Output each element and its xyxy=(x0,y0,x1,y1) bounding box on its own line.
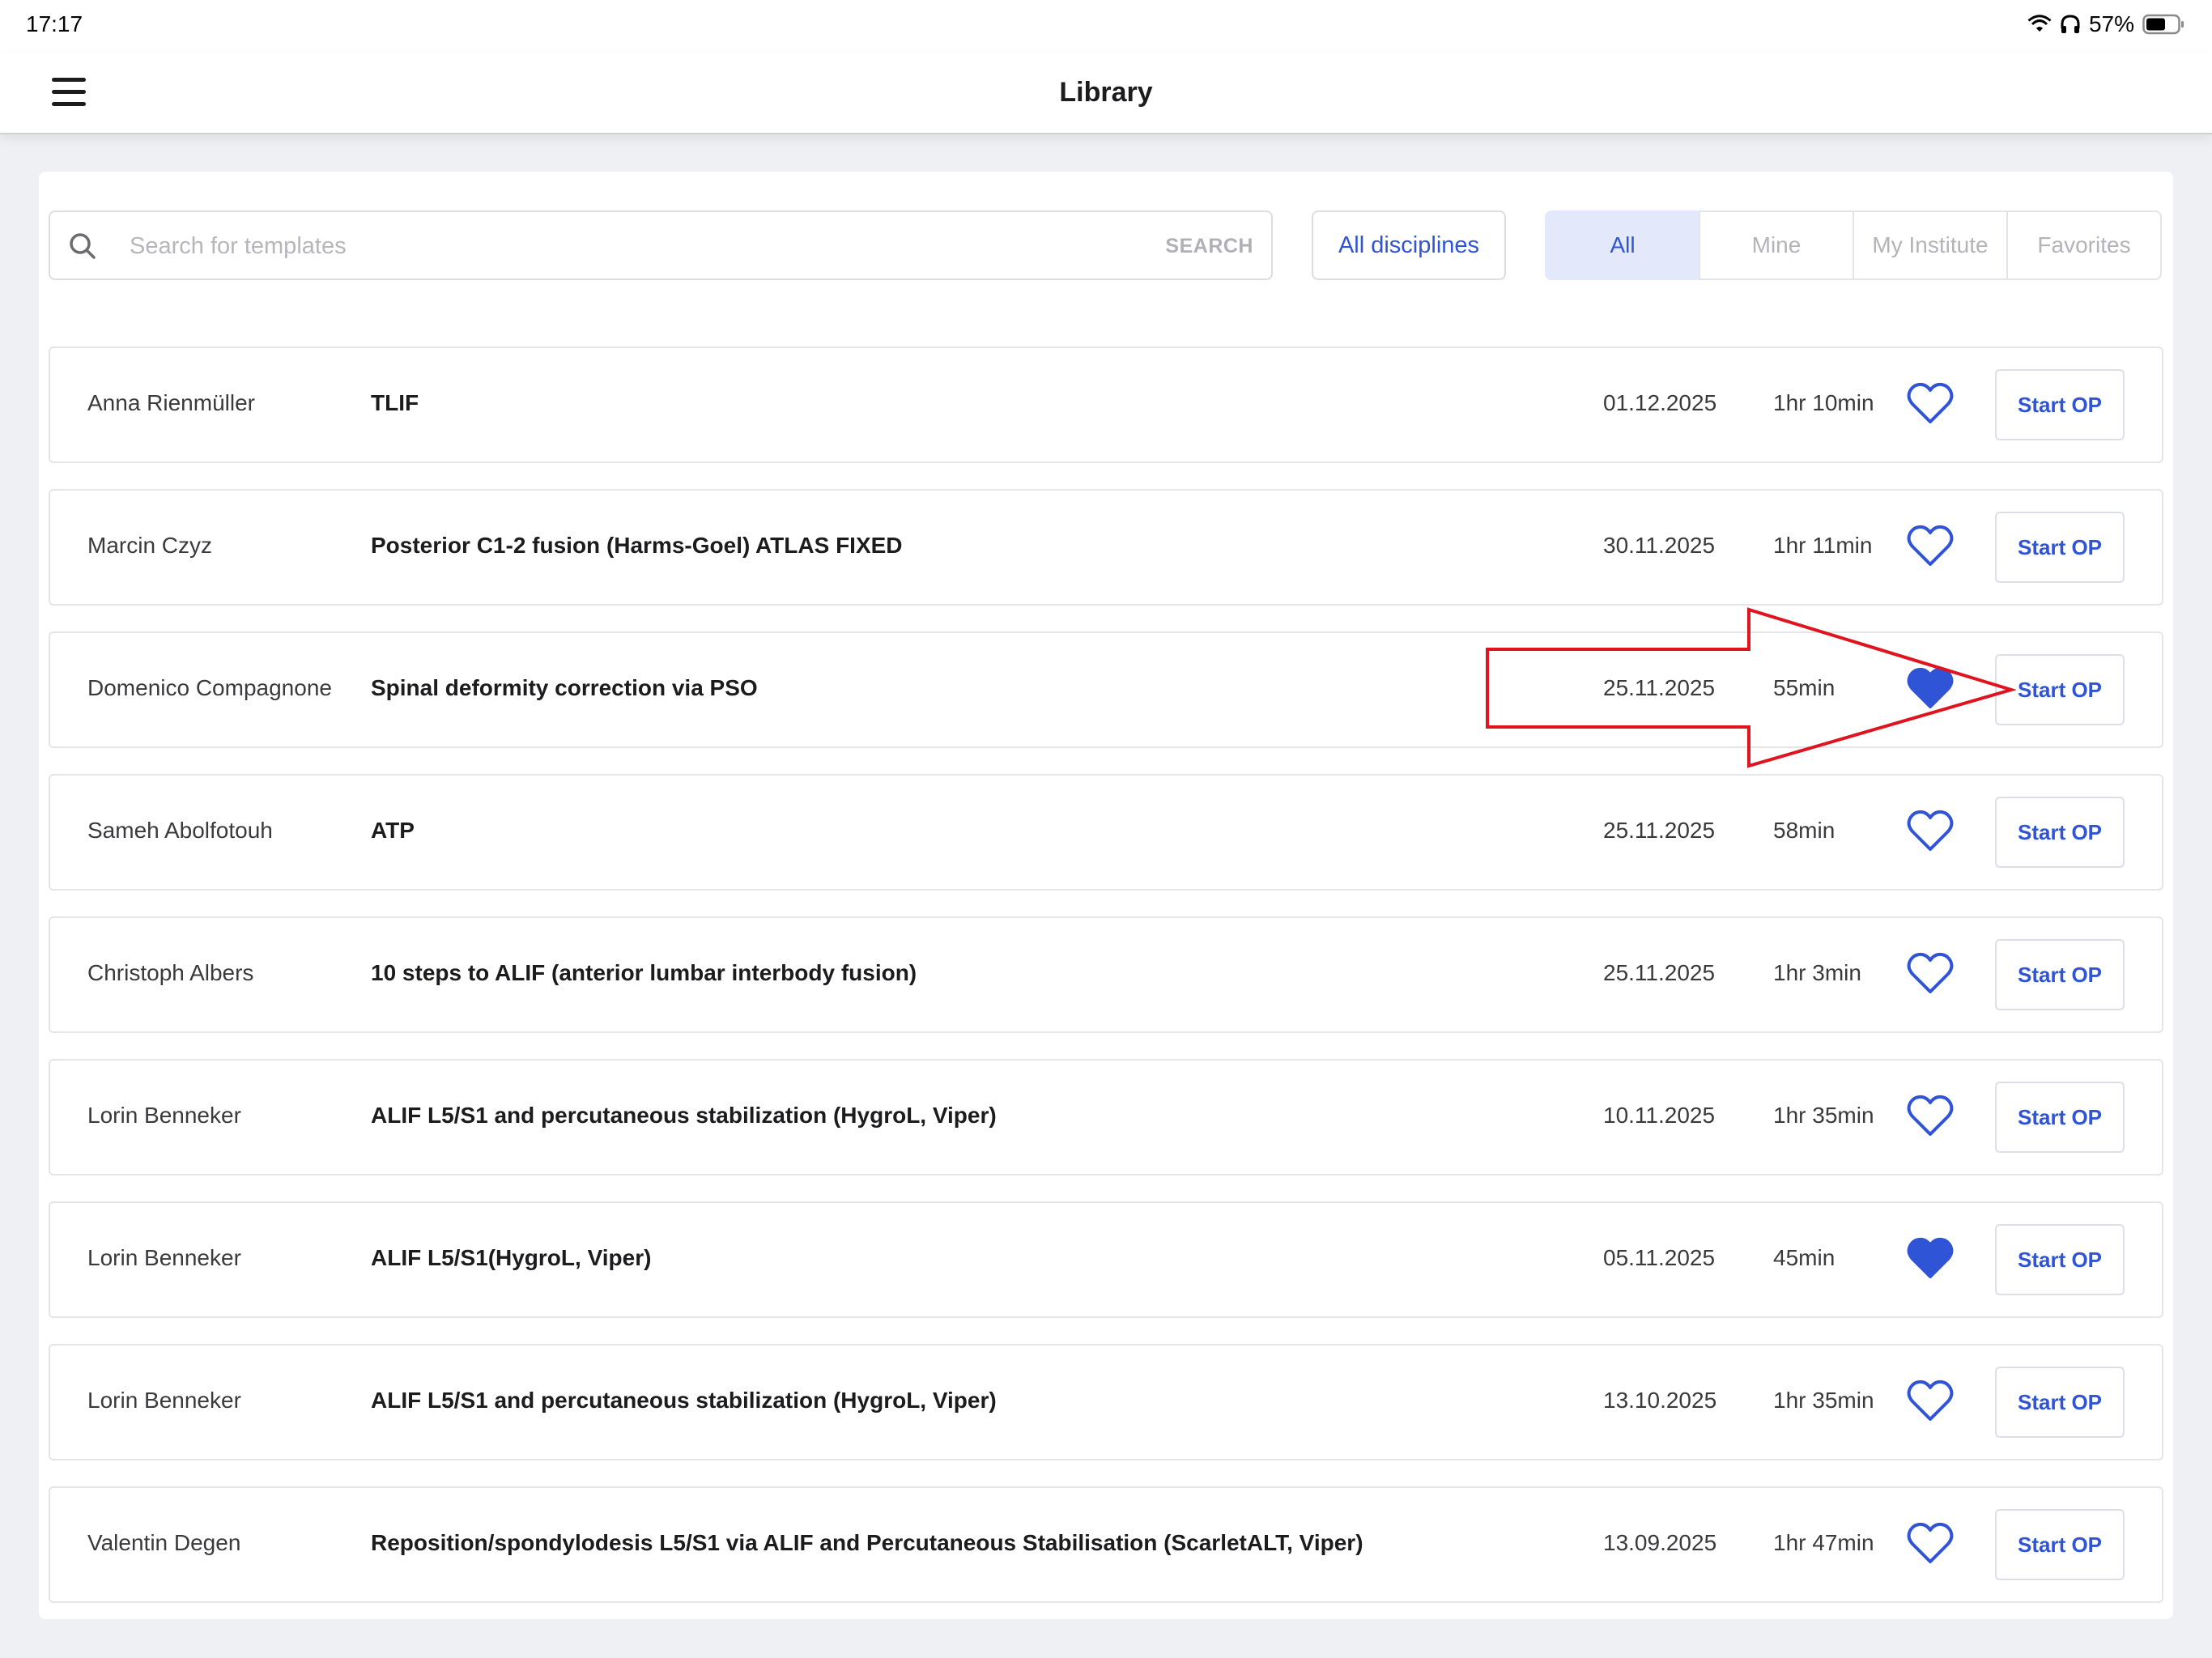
heart-icon[interactable] xyxy=(1906,380,1955,426)
heart-filled-icon[interactable] xyxy=(1906,1235,1955,1281)
row-date: 10.11.2025 xyxy=(1603,1103,1716,1128)
row-title: Spinal deformity correction via PSO xyxy=(371,675,758,700)
start-op-button[interactable]: Start OP xyxy=(1995,369,2125,440)
row-author: Christoph Albers xyxy=(87,960,254,985)
row-date: 01.12.2025 xyxy=(1603,390,1717,415)
template-row[interactable]: Lorin Benneker ALIF L5/S1 and percutaneo… xyxy=(49,1344,2163,1460)
template-row[interactable]: Sameh Abolfotouh ATP 25.11.2025 58min St… xyxy=(49,774,2163,891)
filter-segmented-control: All Mine My Institute Favorites xyxy=(1545,210,2162,280)
search-button[interactable]: SEARCH xyxy=(1165,235,1253,258)
row-date: 25.11.2025 xyxy=(1603,960,1716,985)
row-title: ALIF L5/S1(HygroL, Viper) xyxy=(371,1245,652,1270)
row-title: Reposition/spondylodesis L5/S1 via ALIF … xyxy=(371,1530,1363,1555)
row-date: 25.11.2025 xyxy=(1603,818,1716,843)
heart-icon[interactable] xyxy=(1906,950,1955,996)
heart-icon[interactable] xyxy=(1906,808,1955,853)
template-row[interactable]: Lorin Benneker ALIF L5/S1(HygroL, Viper)… xyxy=(49,1201,2163,1318)
row-date: 13.09.2025 xyxy=(1603,1530,1717,1555)
row-author: Anna Rienmüller xyxy=(87,390,255,415)
row-date: 30.11.2025 xyxy=(1603,533,1716,558)
heart-filled-icon[interactable] xyxy=(1906,665,1955,711)
status-time: 17:17 xyxy=(26,11,83,36)
start-op-button[interactable]: Start OP xyxy=(1995,1367,2125,1438)
page-title: Library xyxy=(1059,77,1153,108)
row-date: 13.10.2025 xyxy=(1603,1388,1717,1413)
status-bar: 17:17 57% xyxy=(0,0,2212,53)
row-duration: 1hr 35min xyxy=(1773,1388,1874,1413)
navigation-bar: Library xyxy=(0,53,2212,134)
start-op-button[interactable]: Start OP xyxy=(1995,1082,2125,1153)
status-right: 57% xyxy=(2027,11,2184,37)
row-duration: 1hr 3min xyxy=(1773,960,1861,985)
tab-my-institute[interactable]: My Institute xyxy=(1853,210,2008,280)
row-duration: 1hr 11min xyxy=(1773,533,1873,558)
row-duration: 1hr 10min xyxy=(1773,390,1874,415)
row-duration: 1hr 35min xyxy=(1773,1103,1874,1128)
battery-percent: 57% xyxy=(2088,11,2134,36)
template-row[interactable]: Valentin Degen Reposition/spondylodesis … xyxy=(49,1486,2163,1603)
template-row[interactable]: Anna Rienmüller TLIF 01.12.2025 1hr 10mi… xyxy=(49,346,2163,463)
start-op-button[interactable]: Start OP xyxy=(1995,797,2125,868)
row-author: Marcin Czyz xyxy=(87,533,213,558)
row-title: 10 steps to ALIF (anterior lumbar interb… xyxy=(371,960,917,985)
row-author: Lorin Benneker xyxy=(87,1103,241,1128)
template-list: Anna Rienmüller TLIF 01.12.2025 1hr 10mi… xyxy=(49,346,2163,1629)
heart-icon[interactable] xyxy=(1906,1093,1955,1138)
row-title: ALIF L5/S1 and percutaneous stabilizatio… xyxy=(371,1388,997,1413)
row-duration: 55min xyxy=(1773,675,1836,700)
start-op-button[interactable]: Start OP xyxy=(1995,654,2125,725)
search-input[interactable] xyxy=(128,227,1022,266)
row-title: TLIF xyxy=(371,390,419,415)
heart-icon[interactable] xyxy=(1906,1378,1955,1423)
row-duration: 1hr 47min xyxy=(1773,1530,1874,1555)
template-row[interactable]: Christoph Albers 10 steps to ALIF (anter… xyxy=(49,916,2163,1033)
start-op-button[interactable]: Start OP xyxy=(1995,1224,2125,1295)
row-duration: 58min xyxy=(1773,818,1836,843)
battery-icon xyxy=(2142,14,2184,35)
search-bar: SEARCH xyxy=(49,210,1273,280)
search-icon xyxy=(70,233,96,259)
start-op-button[interactable]: Start OP xyxy=(1995,512,2125,583)
row-duration: 45min xyxy=(1773,1245,1836,1270)
tab-mine[interactable]: Mine xyxy=(1699,210,1854,280)
template-row[interactable]: Marcin Czyz Posterior C1-2 fusion (Harms… xyxy=(49,489,2163,606)
row-title: Posterior C1-2 fusion (Harms-Goel) ATLAS… xyxy=(371,533,903,558)
library-panel: SEARCH All disciplines All Mine My Insti… xyxy=(39,172,2173,1619)
start-op-button[interactable]: Start OP xyxy=(1995,1509,2125,1580)
row-date: 05.11.2025 xyxy=(1603,1245,1716,1270)
tab-all[interactable]: All xyxy=(1545,210,1700,280)
all-disciplines-button[interactable]: All disciplines xyxy=(1312,210,1506,280)
row-author: Domenico Compagnone xyxy=(87,675,332,700)
start-op-button[interactable]: Start OP xyxy=(1995,939,2125,1010)
row-author: Sameh Abolfotouh xyxy=(87,818,273,843)
row-author: Valentin Degen xyxy=(87,1530,241,1555)
row-title: ALIF L5/S1 and percutaneous stabilizatio… xyxy=(371,1103,997,1128)
row-author: Lorin Benneker xyxy=(87,1245,241,1270)
template-row[interactable]: Domenico Compagnone Spinal deformity cor… xyxy=(49,631,2163,748)
tab-favorites[interactable]: Favorites xyxy=(2006,210,2162,280)
row-author: Lorin Benneker xyxy=(87,1388,241,1413)
row-title: ATP xyxy=(371,818,415,843)
heart-icon[interactable] xyxy=(1906,1520,1955,1566)
wifi-icon xyxy=(2027,15,2052,32)
headphones-icon xyxy=(2061,15,2080,33)
heart-icon[interactable] xyxy=(1906,523,1955,568)
template-row[interactable]: Lorin Benneker ALIF L5/S1 and percutaneo… xyxy=(49,1059,2163,1175)
row-date: 25.11.2025 xyxy=(1603,675,1716,700)
